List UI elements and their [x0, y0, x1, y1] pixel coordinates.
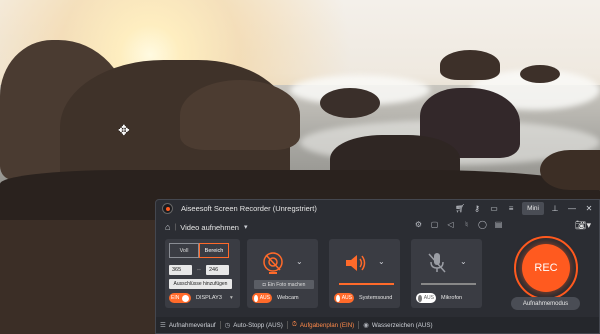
mouse-icon[interactable]: ◯	[478, 220, 487, 229]
toggle-state-label: AUS	[423, 295, 434, 301]
display-toggle[interactable]: EIN	[169, 293, 191, 303]
home-icon[interactable]: ⌂	[165, 222, 170, 232]
minimize-icon[interactable]: —	[566, 203, 578, 215]
microphone-dropdown-icon[interactable]: ⌄	[460, 257, 467, 266]
webcam-panel: ⌄ ◘ Ein Foto machen AUS Webcam	[247, 239, 318, 308]
settings-icon[interactable]: ⚙	[414, 220, 423, 229]
pin-icon[interactable]: ⊥	[549, 203, 561, 215]
webcam-label: Webcam	[277, 295, 299, 301]
display-dropdown-icon[interactable]: ▾	[230, 295, 233, 301]
toggle-state-label: AUS	[341, 295, 352, 301]
recorder-window: Aiseesoft Screen Recorder (Unregstriert)…	[155, 199, 600, 334]
task-schedule-link[interactable]: ⏰︎ Aufgabenplan (EIN)	[292, 321, 354, 329]
recording-history-link[interactable]: ☰ Aufnahmeverlauf	[160, 321, 216, 330]
microphone-icon	[423, 249, 451, 277]
move-cursor-icon: ✥	[118, 122, 130, 138]
microphone-panel: ⌄ AUS Mikrofon	[411, 239, 482, 308]
microphone-label: Mikrofon	[441, 295, 463, 301]
mini-button[interactable]: Mini	[522, 202, 544, 215]
mic-icon[interactable]: ♮	[462, 220, 471, 229]
system-sound-label: Systemsound	[359, 295, 393, 301]
height-input[interactable]: 246	[206, 265, 229, 275]
display-select[interactable]: DISPLAY3	[196, 295, 222, 301]
webcam-dropdown-icon[interactable]: ⌄	[296, 257, 303, 266]
cart-icon[interactable]: 🛒︎	[454, 203, 466, 215]
full-screen-button[interactable]: Voll	[169, 243, 199, 258]
speaker-icon	[341, 249, 369, 277]
system-volume-slider[interactable]	[339, 283, 394, 285]
toggle-state-label: AUS	[259, 295, 270, 301]
link-ratio-icon[interactable]: ⇔	[196, 267, 202, 273]
menu-icon[interactable]: ≡	[505, 203, 517, 215]
add-exclusions-button[interactable]: Ausschlüsse hinzufügen	[169, 279, 232, 289]
chat-icon[interactable]: ▭	[488, 203, 500, 215]
screenshot-camera-icon[interactable]: 📷︎▾	[575, 220, 591, 231]
clock-icon: ◷	[224, 322, 231, 329]
watermark-icon: ◉	[363, 322, 369, 329]
mic-volume-slider[interactable]	[421, 283, 476, 285]
toggle-state-label: EIN	[171, 295, 180, 301]
custom-area-button[interactable]: Bereich	[199, 243, 229, 258]
status-bar: ☰ Aufnahmeverlauf ◷ Auto-Stopp (AUS) ⏰︎ …	[156, 317, 599, 333]
camera-icon: ◘	[262, 281, 266, 288]
webcam-icon	[259, 249, 287, 277]
watermark-link[interactable]: ◉ Wasserzeichen (AUS)	[363, 321, 432, 330]
keyboard-icon[interactable]: ▤	[494, 220, 503, 229]
rec-button[interactable]: REC	[522, 244, 570, 292]
title-bar[interactable]: Aiseesoft Screen Recorder (Unregstriert)…	[156, 200, 599, 217]
separator: |	[174, 223, 177, 231]
recording-mode-button[interactable]: Aufnahmemodus	[511, 297, 580, 310]
mode-dropdown-icon[interactable]: ▾	[244, 223, 248, 231]
alarm-icon: ⏰︎	[291, 321, 297, 328]
display-panel: Voll Bereich 365 ⇔ 246 Ausschlüsse hinzu…	[165, 239, 240, 308]
webcam-toggle[interactable]: AUS	[252, 293, 272, 303]
take-photo-button[interactable]: ◘ Ein Foto machen	[254, 280, 314, 289]
mode-label[interactable]: Video aufnehmen	[180, 223, 239, 232]
app-logo-icon	[162, 203, 173, 214]
take-photo-label: Ein Foto machen	[267, 281, 306, 288]
close-icon[interactable]: ✕	[583, 203, 595, 215]
rec-button-ring: REC	[514, 236, 578, 300]
window-title: Aiseesoft Screen Recorder (Unregstriert)	[181, 204, 317, 213]
list-icon: ☰	[160, 322, 166, 329]
toolbar: ⌂ | Video aufnehmen ▾ ⚙ ▢ ◁ ♮ ◯ ▤ 📷︎▾	[156, 218, 599, 236]
system-sound-panel: ⌄ AUS Systemsound	[329, 239, 400, 308]
display-icon[interactable]: ▢	[430, 220, 439, 229]
speaker-icon[interactable]: ◁	[446, 220, 455, 229]
system-sound-toggle[interactable]: AUS	[334, 293, 354, 303]
microphone-toggle[interactable]: AUS	[416, 293, 436, 303]
key-icon[interactable]: ⚷	[471, 203, 483, 215]
width-input[interactable]: 365	[169, 265, 192, 275]
system-sound-dropdown-icon[interactable]: ⌄	[378, 257, 385, 266]
auto-stop-link[interactable]: ◷ Auto-Stopp (AUS)	[224, 321, 283, 330]
